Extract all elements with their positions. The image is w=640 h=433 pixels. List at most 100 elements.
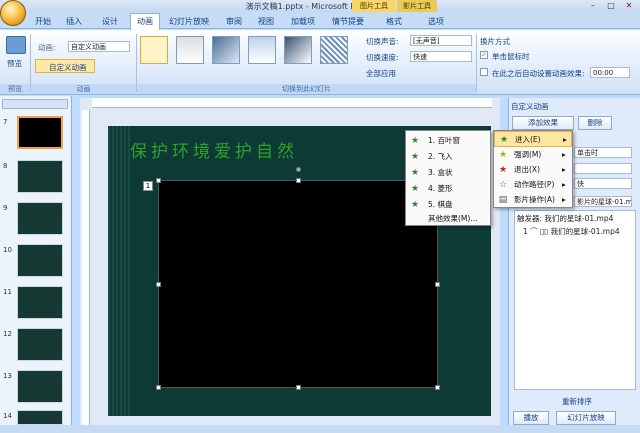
emphasis-star-icon: ★ (498, 150, 508, 160)
menu-item-more-effects[interactable]: 其他效果(M)... (406, 211, 490, 227)
slides-panel-header (2, 99, 68, 109)
title-bar: 演示文稿1.pptx - Microsoft PowerPoint 图片工具 影… (0, 0, 640, 12)
menu-item-fly-in[interactable]: ★ 2. 飞入 (406, 149, 490, 165)
motion-path-star-icon: ☆ (498, 180, 508, 190)
property-select[interactable] (574, 163, 632, 174)
submenu-arrow-icon: ▸ (562, 180, 566, 189)
slide-thumb[interactable] (17, 328, 63, 361)
animation-list[interactable] (514, 210, 636, 390)
custom-animation-button[interactable]: 自定义动画 (35, 59, 95, 73)
slide-number: 11 (3, 288, 12, 296)
effects-menu: ★ 1. 百叶窗 ★ 2. 飞入 ★ 3. 盒状 ★ 4. 菱形 ★ 5. 棋盘 其他效果… (405, 130, 491, 226)
resize-handle[interactable] (156, 178, 161, 183)
movie-icon: ▤ (498, 195, 508, 205)
exit-star-icon: ★ (498, 165, 508, 175)
transition-none-thumb[interactable] (140, 36, 168, 64)
slide-number: 9 (3, 204, 8, 212)
resize-handle[interactable] (435, 385, 440, 390)
tab-design[interactable]: 设计 (98, 14, 122, 29)
auto-after-checkbox[interactable] (480, 68, 488, 76)
slide-thumb[interactable] (17, 370, 63, 403)
context-tab-movie-tools[interactable]: 影片工具 (397, 0, 437, 12)
star-icon: ★ (410, 168, 420, 178)
tab-options[interactable]: 选项 (424, 14, 448, 29)
custom-animation-label: 自定义动画 (49, 63, 87, 72)
reorder-label: 重新排序 (562, 397, 592, 406)
submenu-emphasis[interactable]: ★ 强调(M) ▸ (494, 147, 572, 163)
add-effect-submenu: ★ 进入(E) ▸ ★ 强调(M) ▸ ★ 退出(X) ▸ ☆ 动作路径(P) ▸ ▤ 影片操作(… (493, 130, 573, 208)
transition-thumb-4[interactable] (248, 36, 276, 64)
remove-effect-button[interactable]: 删除 (578, 116, 612, 130)
submenu-arrow-icon: ▸ (563, 135, 567, 144)
animation-select[interactable]: 自定义动画 (68, 41, 130, 52)
preview-button[interactable]: 预览 (7, 58, 22, 69)
add-effect-button[interactable]: 添加效果 (512, 116, 574, 130)
window-title: 演示文稿1.pptx - Microsoft PowerPoint (245, 2, 395, 11)
close-button[interactable]: ✕ (620, 0, 638, 12)
movie-object[interactable] (156, 167, 440, 390)
animation-label: 动画: (38, 43, 56, 52)
slide-thumb[interactable] (17, 286, 63, 319)
resize-handle[interactable] (156, 385, 161, 390)
tab-storyboard[interactable]: 情节提要 (328, 14, 368, 29)
tab-view[interactable]: 视图 (254, 14, 278, 29)
resize-handle[interactable] (156, 282, 161, 287)
transition-thumb-3[interactable] (212, 36, 240, 64)
office-button[interactable] (0, 0, 26, 26)
submenu-movie-actions[interactable]: ▤ 影片操作(A) ▸ (494, 192, 572, 208)
context-tab-picture-tools[interactable]: 图片工具 (352, 0, 396, 12)
speed-effect-select[interactable]: 快 (574, 178, 632, 189)
menu-item-diamond[interactable]: ★ 4. 菱形 (406, 181, 490, 197)
maximize-button[interactable]: □ (602, 0, 620, 12)
slide-title-text[interactable]: 保护环境爱护自然 (130, 137, 298, 162)
play-button[interactable]: 播放 (513, 411, 549, 425)
minimize-button[interactable]: – (584, 0, 602, 12)
submenu-exit[interactable]: ★ 退出(X) ▸ (494, 162, 572, 178)
rotate-handle[interactable] (296, 167, 301, 172)
slide-number: 7 (3, 118, 8, 126)
tab-format[interactable]: 格式 (382, 14, 406, 29)
sound-label: 切换声音: (366, 37, 399, 46)
slideshow-button[interactable]: 幻灯片放映 (556, 411, 616, 425)
tab-review[interactable]: 审阅 (222, 14, 246, 29)
star-icon: ★ (410, 184, 420, 194)
preview-icon[interactable] (6, 36, 26, 54)
menu-item-blinds[interactable]: ★ 1. 百叶窗 (406, 133, 490, 149)
apply-all-button[interactable]: 全部应用 (366, 68, 396, 79)
tab-insert[interactable]: 插入 (62, 14, 86, 29)
tab-slideshow[interactable]: 幻灯片放映 (166, 14, 212, 29)
slide-number: 12 (3, 330, 12, 338)
on-click-checkbox[interactable]: ✓ (480, 51, 488, 59)
slide-thumb[interactable] (17, 244, 63, 277)
slide-thumb[interactable] (17, 202, 63, 235)
animation-tag[interactable]: 1 (143, 181, 153, 191)
entrance-star-icon: ★ (499, 135, 509, 145)
advance-title: 换片方式 (480, 37, 510, 46)
trigger-select[interactable]: 影片的星球-01.mp4 (574, 196, 632, 207)
slide-thumb-current[interactable] (17, 116, 63, 149)
submenu-entrance[interactable]: ★ 进入(E) ▸ (494, 131, 572, 147)
slide-thumb[interactable] (17, 410, 63, 425)
submenu-motion-path[interactable]: ☆ 动作路径(P) ▸ (494, 177, 572, 193)
animation-list-item[interactable]: 1 ⌒ ▯▯ 我们的星球-01.mp4 (523, 226, 620, 237)
resize-handle[interactable] (435, 282, 440, 287)
speed-select[interactable]: 快速 (410, 51, 472, 62)
menu-item-box[interactable]: ★ 3. 盒状 (406, 165, 490, 181)
transition-thumb-6[interactable] (320, 36, 348, 64)
resize-handle[interactable] (296, 385, 301, 390)
tab-addins[interactable]: 加载项 (286, 14, 320, 29)
auto-after-time[interactable]: 00:00 (590, 67, 630, 78)
on-click-label: 单击鼠标时 (492, 52, 530, 61)
slide-number: 13 (3, 372, 12, 380)
tab-home[interactable]: 开始 (31, 14, 55, 29)
tab-animations[interactable]: 动画 (130, 13, 160, 30)
resize-handle[interactable] (296, 178, 301, 183)
start-select[interactable]: 单击时 (574, 147, 632, 158)
transition-group-label: 切换到此幻灯片 (137, 84, 476, 94)
sound-select[interactable]: [无声音] (410, 35, 472, 46)
auto-after-label: 在此之后自动设置动画效果: (492, 69, 585, 78)
transition-thumb-5[interactable] (284, 36, 312, 64)
transition-thumb-2[interactable] (176, 36, 204, 64)
slide-thumb[interactable] (17, 160, 63, 193)
star-icon: ★ (410, 136, 420, 146)
